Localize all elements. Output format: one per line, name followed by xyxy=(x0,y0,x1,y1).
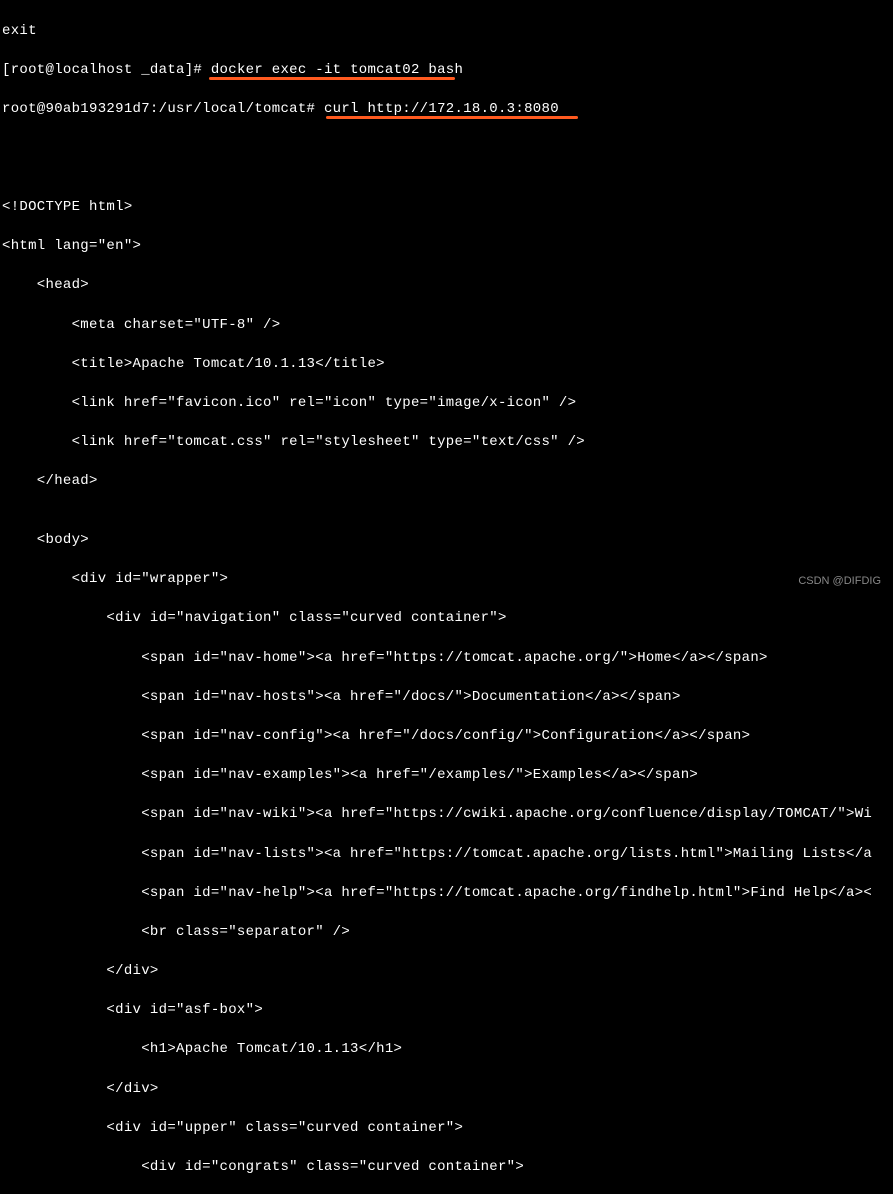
watermark-text: CSDN @DIFDIG xyxy=(798,574,881,589)
output-line: <div id="navigation" class="curved conta… xyxy=(2,609,891,629)
output-line: <div id="asf-box"> xyxy=(2,1001,891,1021)
shell-prompt: root@90ab193291d7:/usr/local/tomcat# xyxy=(2,101,324,117)
output-line: <br class="separator" /> xyxy=(2,923,891,943)
highlight-underline xyxy=(209,77,455,80)
prompt-line: [root@localhost _data]# docker exec -it … xyxy=(2,61,891,81)
output-line: </div> xyxy=(2,962,891,982)
output-line: <div id="wrapper"> xyxy=(2,570,891,590)
output-line: <div id="upper" class="curved container"… xyxy=(2,1119,891,1139)
output-line: <h1>Apache Tomcat/10.1.13</h1> xyxy=(2,1040,891,1060)
shell-prompt: [root@localhost _data]# xyxy=(2,62,211,78)
output-line: <span id="nav-help"><a href="https://tom… xyxy=(2,884,891,904)
output-line: <span id="nav-examples"><a href="/exampl… xyxy=(2,766,891,786)
output-line: <span id="nav-home"><a href="https://tom… xyxy=(2,649,891,669)
output-line: <span id="nav-hosts"><a href="/docs/">Do… xyxy=(2,688,891,708)
terminal-output[interactable]: exit [root@localhost _data]# docker exec… xyxy=(2,2,891,1194)
output-line: <span id="nav-config"><a href="/docs/con… xyxy=(2,727,891,747)
highlight-underline xyxy=(326,116,578,119)
output-line: <head> xyxy=(2,276,891,296)
output-line: <html lang="en"> xyxy=(2,237,891,257)
output-line: <title>Apache Tomcat/10.1.13</title> xyxy=(2,355,891,375)
output-line: exit xyxy=(2,22,891,42)
output-line: <link href="tomcat.css" rel="stylesheet"… xyxy=(2,433,891,453)
output-line: <span id="nav-wiki"><a href="https://cwi… xyxy=(2,805,891,825)
output-line: </head> xyxy=(2,472,891,492)
output-line: <div id="congrats" class="curved contain… xyxy=(2,1158,891,1178)
output-line: <!DOCTYPE html> xyxy=(2,198,891,218)
prompt-line: root@90ab193291d7:/usr/local/tomcat# cur… xyxy=(2,100,891,120)
output-line: <span id="nav-lists"><a href="https://to… xyxy=(2,845,891,865)
command-text: docker exec -it tomcat02 bash xyxy=(211,62,463,78)
output-line: <meta charset="UTF-8" /> xyxy=(2,316,891,336)
command-text: curl http://172.18.0.3:8080 xyxy=(324,101,559,117)
output-line: <body> xyxy=(2,531,891,551)
output-line: </div> xyxy=(2,1080,891,1100)
output-line: <link href="favicon.ico" rel="icon" type… xyxy=(2,394,891,414)
